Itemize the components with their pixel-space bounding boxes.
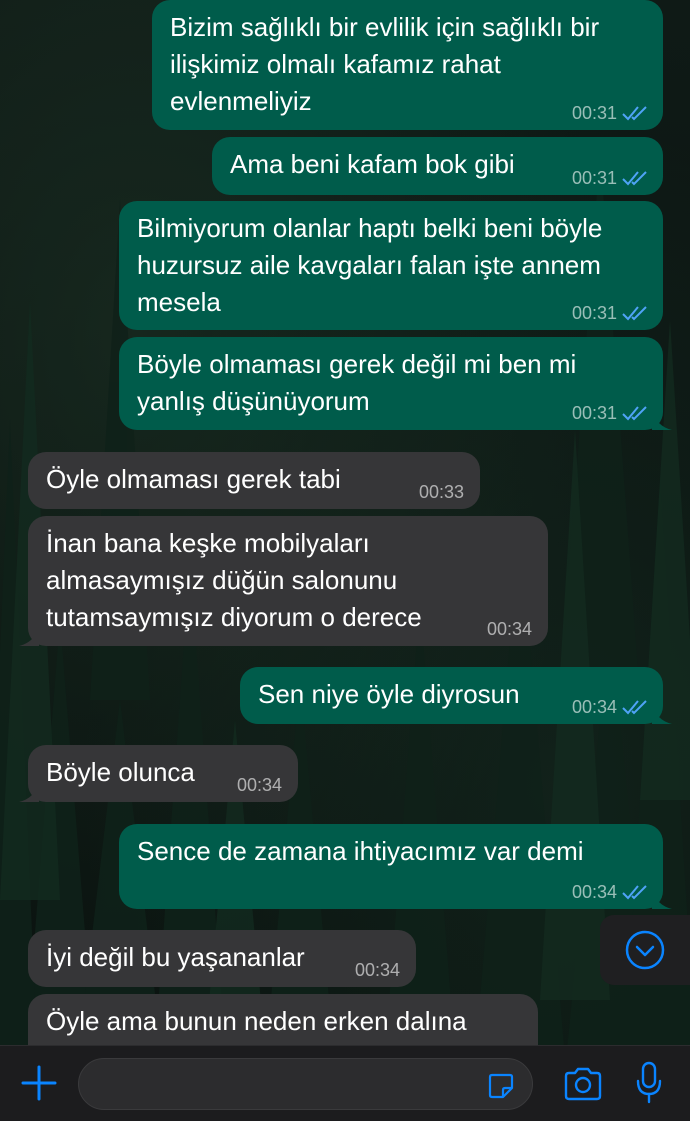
composer-bar	[0, 1045, 690, 1121]
double-check-icon	[622, 171, 647, 186]
message-meta: 00:34	[572, 882, 649, 902]
bubble-tail	[652, 889, 672, 909]
message-text: Öyle olmaması gerek tabi	[46, 464, 341, 494]
scroll-to-bottom-button[interactable]	[600, 915, 690, 985]
bubble-tail	[19, 626, 39, 646]
message-text: Sence de zamana ihtiyacımız var demi	[137, 836, 584, 866]
message-bubble[interactable]: Öyle ama bunun neden erken dalına	[28, 994, 538, 1045]
message-text: İnan bana keşke mobilyaları almasaymışız…	[46, 528, 422, 632]
message-bubble[interactable]: Böyle olmaması gerek değil mi ben mi yan…	[119, 337, 672, 430]
message-time: 00:34	[571, 697, 617, 717]
message-text: Öyle ama bunun neden erken dalına	[46, 1006, 467, 1036]
message-bubble[interactable]: İnan bana keşke mobilyaları almasaymışız…	[19, 516, 548, 646]
message-bubble[interactable]: İyi değil bu yaşananlar 00:34	[28, 930, 416, 987]
bubble-tail	[19, 782, 39, 802]
plus-icon[interactable]	[20, 1064, 58, 1102]
message-time: 00:34	[571, 882, 617, 902]
message-time: 00:34	[354, 960, 400, 980]
message-meta: 00:34	[355, 960, 400, 980]
microphone-icon[interactable]	[636, 1061, 662, 1105]
bubble-tail	[652, 410, 672, 430]
message-bubble[interactable]: Sen niye öyle diyrosun 00:34	[240, 667, 672, 724]
message-bubble[interactable]: Sence de zamana ihtiyacımız var demi 00:…	[119, 824, 672, 909]
message-text: İyi değil bu yaşananlar	[46, 942, 305, 972]
double-check-icon	[622, 106, 647, 121]
double-check-icon	[622, 306, 647, 321]
message-input-field[interactable]	[78, 1058, 533, 1111]
message-time: 00:34	[236, 775, 282, 795]
double-check-icon	[622, 700, 647, 715]
message-input[interactable]	[97, 1059, 481, 1111]
message-meta: 00:31	[572, 103, 649, 123]
sticker-icon[interactable]	[486, 1071, 516, 1101]
message-meta: 00:31	[572, 403, 649, 423]
message-time: 00:33	[418, 482, 464, 502]
message-time: 00:31	[571, 303, 617, 323]
message-meta: 00:34	[487, 619, 532, 639]
message-text: Bilmiyorum olanlar haptı belki beni böyl…	[137, 213, 603, 317]
double-check-icon	[622, 406, 647, 421]
message-text: Böyle olmaması gerek değil mi ben mi yan…	[137, 349, 577, 416]
message-list[interactable]: Bizim sağlıklı bir evlilik için sağlıklı…	[0, 0, 690, 1045]
message-time: 00:31	[571, 168, 617, 188]
message-meta: 00:34	[572, 697, 649, 717]
message-bubble[interactable]: Öyle olmaması gerek tabi 00:33	[28, 452, 480, 509]
message-time: 00:31	[571, 103, 617, 123]
message-meta: 00:31	[572, 168, 649, 188]
message-meta: 00:33	[419, 482, 464, 502]
message-bubble[interactable]: Bizim sağlıklı bir evlilik için sağlıklı…	[152, 0, 663, 130]
message-bubble[interactable]: Böyle olunca 00:34	[19, 745, 298, 802]
message-meta: 00:31	[572, 303, 649, 323]
camera-icon[interactable]	[562, 1066, 604, 1102]
double-check-icon	[622, 885, 647, 900]
message-bubble[interactable]: Ama beni kafam bok gibi 00:31	[212, 137, 663, 195]
chevron-down-circle-icon	[625, 930, 665, 970]
message-time: 00:31	[571, 403, 617, 423]
message-time: 00:34	[486, 619, 532, 639]
message-meta: 00:34	[237, 775, 282, 795]
message-bubble[interactable]: Bilmiyorum olanlar haptı belki beni böyl…	[119, 201, 663, 330]
bubble-tail	[652, 704, 672, 724]
